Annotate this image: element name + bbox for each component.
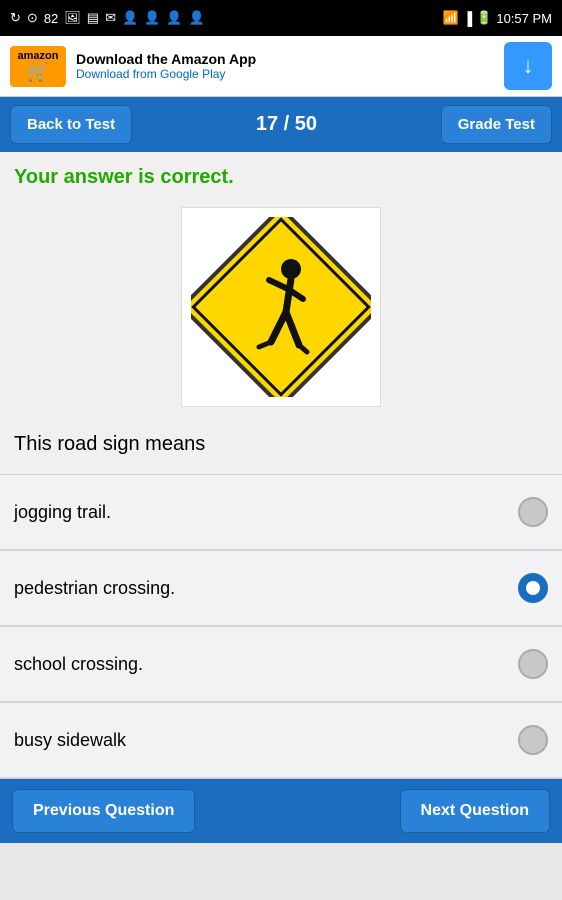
user-icon-1: 👤 (122, 10, 138, 26)
ad-text: Download the Amazon App Download from Go… (76, 51, 494, 81)
ad-banner[interactable]: amazon 🛒 Download the Amazon App Downloa… (0, 36, 562, 97)
grade-test-button[interactable]: Grade Test (441, 105, 552, 144)
radio-sidewalk[interactable] (518, 725, 548, 755)
question-text: This road sign means (14, 433, 205, 455)
answer-label-pedestrian: pedestrian crossing. (14, 578, 175, 599)
battery-level: 82 (44, 11, 58, 26)
user-icon-2: 👤 (144, 10, 160, 26)
alarm-icon: ⊙ (27, 10, 38, 26)
answer-option-jogging[interactable]: jogging trail. (0, 475, 562, 550)
status-right: 📶 ▐ 🔋 10:57 PM (443, 10, 552, 26)
answer-option-pedestrian[interactable]: pedestrian crossing. (0, 551, 562, 626)
answer-label-school: school crossing. (14, 654, 143, 675)
correct-text: Your answer is correct. (14, 166, 234, 188)
answer-option-school[interactable]: school crossing. (0, 627, 562, 702)
user-icon-3: 👤 (166, 10, 182, 26)
question-area: This road sign means (0, 427, 562, 474)
wifi-icon: 📶 (443, 10, 459, 26)
answers-area: jogging trail. pedestrian crossing. scho… (0, 475, 562, 779)
amazon-logo: amazon 🛒 (10, 46, 66, 87)
amazon-name: amazon (18, 50, 59, 62)
ad-subtitle: Download from Google Play (76, 67, 494, 81)
battery-icon: 🔋 (476, 10, 492, 26)
user-icon-4: 👤 (189, 10, 205, 26)
back-to-test-button[interactable]: Back to Test (10, 105, 132, 144)
status-bar: ↻ ⊙ 82 🖼 ▤ ✉ 👤 👤 👤 👤 📶 ▐ 🔋 10:57 PM (0, 0, 562, 36)
radio-jogging[interactable] (518, 497, 548, 527)
answer-feedback: Your answer is correct. (0, 152, 562, 197)
signal-icon: ▐ (463, 11, 472, 26)
previous-question-button[interactable]: Previous Question (12, 789, 195, 833)
status-left-icons: ↻ ⊙ 82 🖼 ▤ ✉ 👤 👤 👤 👤 (10, 10, 205, 26)
ad-download-button[interactable]: ↓ (504, 42, 552, 90)
answer-label-sidewalk: busy sidewalk (14, 730, 126, 751)
next-question-button[interactable]: Next Question (400, 789, 550, 833)
pedestrian-crossing-sign-svg (191, 217, 371, 397)
question-counter: 17 / 50 (256, 113, 317, 136)
bottom-nav: Previous Question Next Question (0, 779, 562, 843)
radio-school[interactable] (518, 649, 548, 679)
radio-pedestrian[interactable] (518, 573, 548, 603)
answer-label-jogging: jogging trail. (14, 502, 111, 523)
road-sign-image (181, 207, 381, 407)
nav-bar: Back to Test 17 / 50 Grade Test (0, 97, 562, 152)
mail-icon: ✉ (105, 10, 116, 26)
cart-icon: 🛒 (27, 62, 49, 83)
ad-title: Download the Amazon App (76, 51, 494, 67)
sign-container (0, 197, 562, 427)
sync-icon: ↻ (10, 10, 21, 26)
menu-icon: ▤ (87, 10, 99, 26)
clock: 10:57 PM (496, 11, 552, 26)
radio-inner-pedestrian (526, 581, 540, 595)
answer-option-sidewalk[interactable]: busy sidewalk (0, 703, 562, 778)
image-icon: 🖼 (64, 10, 81, 26)
